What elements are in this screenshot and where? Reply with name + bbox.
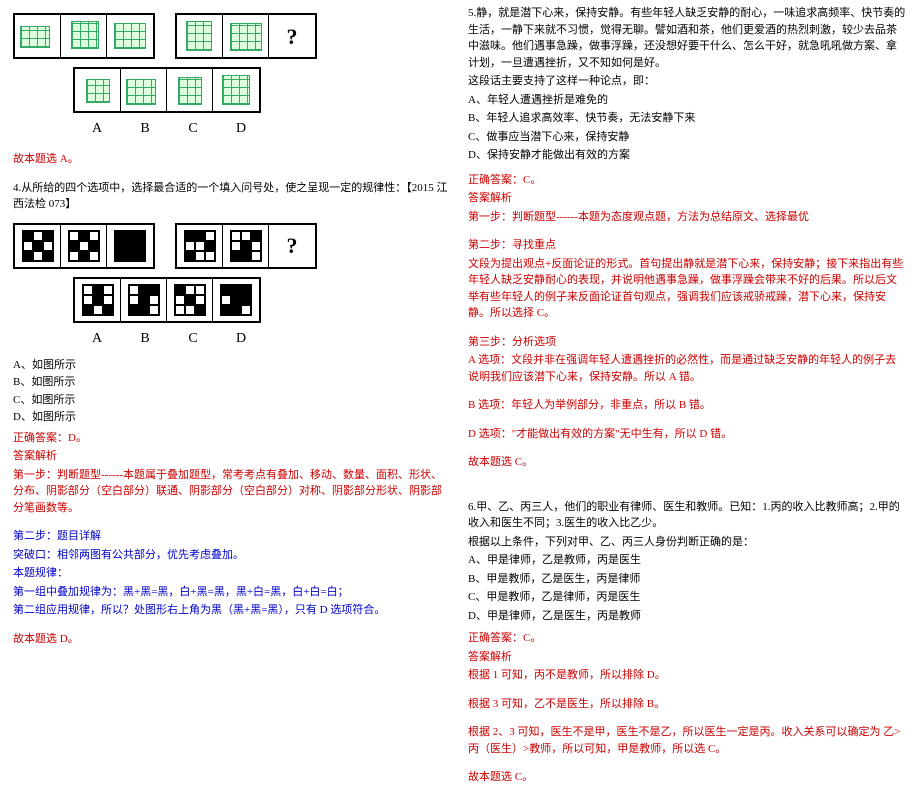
puzzle-1-left-group [13,13,155,59]
q4-analysis-label: 答案解析 [13,448,452,465]
q6-b: B、甲是教师，乙是医生，丙是律师 [468,571,907,588]
q6-r1: 根据 1 可知，丙不是教师，所以排除 D。 [468,667,907,684]
q6-stem: 6.甲、乙、丙三人，他们的职业有律师、医生和教师。已知：1.丙的收入比教师高；2… [468,499,907,532]
label-b2: B [121,328,169,349]
q4-stem: 4.从所给的四个选项中，选择最合适的一个填入问号处，使之呈现一定的规律性：【20… [13,180,452,213]
label-c: C [169,118,217,139]
q5-b: B、年轻人追求高效率、快节奏，无法安静下来 [468,110,907,127]
q5-stem2: 这段话主要支持了这样一种论点，即： [468,73,907,90]
q4-rule1: 第一组中叠加规律为：黑+黑=黑，白+黑=黑，黑+白=黑，白+白=白； [13,584,452,601]
q5-analysis: 答案解析 [468,190,907,207]
q5-a-analysis: A 选项：文段并非在强调年轻人遭遇挫折的必然性，而是通过缺乏安静的年轻人的例子去… [468,352,907,385]
q5-c: C、做事应当潜下心来，保持安静 [468,129,907,146]
q5-step1: 第一步：判断题型------本题为态度观点题，方法为总结原文、选择最优 [468,209,907,226]
q5-answer: 正确答案：C。 [468,172,907,189]
q6-c: C、甲是教师，乙是律师，丙是医生 [468,589,907,606]
puzzle-1-question [269,15,315,57]
label-d2: D [217,328,265,349]
q6-r3: 根据 2、3 可知，医生不是甲，医生不是乙，所以医生一定是丙。收入关系可以确定为… [468,724,907,757]
q4-answer: 正确答案：D。 [13,430,452,447]
puzzle-2-left-group [13,223,155,269]
q5-final: 故本题选 C。 [468,454,907,471]
q5-d: D、保持安静才能做出有效的方案 [468,147,907,164]
q4-opt-c: C、如图所示 [13,392,452,409]
label-c2: C [169,328,217,349]
puzzle-2-right-group [175,223,317,269]
q5-step3-label: 第三步：分析选项 [468,334,907,351]
q5-step2: 文段为提出观点+反面论证的形式。首句提出静就是潜下心来，保持安静；接下来指出有些… [468,256,907,322]
q4-breach: 突破口：相邻两图有公共部分，优先考虑叠加。 [13,547,452,564]
puzzle-1-right-group [175,13,317,59]
q6-r2: 根据 3 可知，乙不是医生，所以排除 B。 [468,696,907,713]
q4-rule2: 第二组应用规律，所以？处图形右上角为黑（黑+黑=黑），只有 D 选项符合。 [13,602,452,619]
q5-step2-label: 第二步：寻找重点 [468,237,907,254]
puzzle-2-answers [73,277,261,323]
puzzle-1-answers [73,67,261,113]
q5-d-analysis: D 选项："才能做出有效的方案"无中生有，所以 D 错。 [468,426,907,443]
puzzle-2-image: A B C D [13,223,452,349]
q4-opt-a: A、如图所示 [13,357,452,374]
q4-final: 故本题选 D。 [13,631,452,648]
q6-answer: 正确答案：C。 [468,630,907,647]
puzzle-2-question [269,225,315,267]
puzzle-1-labels: A B C D [73,118,452,139]
q6-final: 故本题选 C。 [468,769,907,786]
q6-q: 根据以上条件，下列对甲、乙、丙三人身份判断正确的是： [468,534,907,551]
q4-rule-label: 本题规律： [13,565,452,582]
puzzle-1-image: A B C D [13,13,452,139]
q5-b-analysis: B 选项：年轻人为举例部分，非重点，所以 B 错。 [468,397,907,414]
label-a: A [73,118,121,139]
q4-options: A、如图所示 B、如图所示 C、如图所示 D、如图所示 [13,357,452,426]
q5-a: A、年轻人遭遇挫折是难免的 [468,92,907,109]
q4-step1: 第一步：判断题型------本题属于叠加题型，常考考点有叠加、移动、数量、面积、… [13,467,452,517]
q4-opt-d: D、如图所示 [13,409,452,426]
right-column: 5.静，就是潜下心来，保持安静。有些年轻人缺乏安静的耐心，一味追求高频率、快节奏… [460,5,915,646]
q5-stem: 5.静，就是潜下心来，保持安静。有些年轻人缺乏安静的耐心，一味追求高频率、快节奏… [468,5,907,71]
label-d: D [217,118,265,139]
q4-step2-label: 第二步：题目详解 [13,528,452,545]
label-b: B [121,118,169,139]
q6-a: A、甲是律师，乙是教师，丙是医生 [468,552,907,569]
puzzle-2-labels: A B C D [73,328,452,349]
label-a2: A [73,328,121,349]
left-column: A B C D 故本题选 A。 4.从所给的四个选项中，选择最合适的一个填入问号… [5,5,460,646]
q6-d: D、甲是律师，乙是医生，丙是教师 [468,608,907,625]
q3-answer: 故本题选 A。 [13,151,452,168]
q4-opt-b: B、如图所示 [13,374,452,391]
